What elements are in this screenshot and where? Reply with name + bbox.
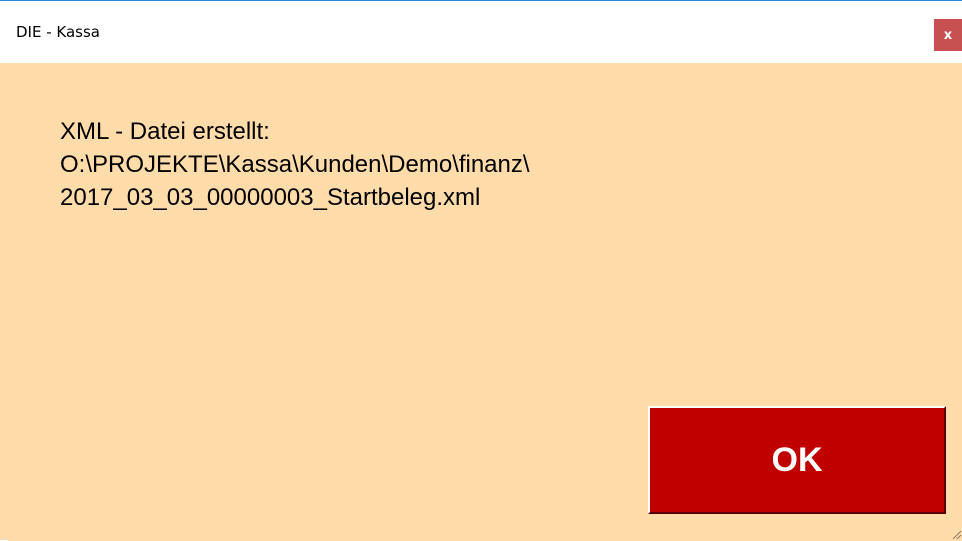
title-bar[interactable]: DIE - Kassa x <box>0 1 962 63</box>
resize-grip-icon[interactable] <box>950 528 962 540</box>
dialog-window: DIE - Kassa x XML - Datei erstellt: O:\P… <box>0 0 962 541</box>
ok-button[interactable]: OK <box>648 406 946 514</box>
window-title: DIE - Kassa <box>16 23 100 41</box>
close-button[interactable]: x <box>934 19 962 51</box>
close-icon: x <box>943 27 953 43</box>
message-text: XML - Datei erstellt: O:\PROJEKTE\Kassa\… <box>60 115 530 214</box>
message-line-2: O:\PROJEKTE\Kassa\Kunden\Demo\finanz\ <box>60 151 530 178</box>
message-line-3: 2017_03_03_00000003_Startbeleg.xml <box>60 184 481 211</box>
message-line-1: XML - Datei erstellt: <box>60 118 270 145</box>
ok-button-label: OK <box>771 440 823 479</box>
dialog-content: XML - Datei erstellt: O:\PROJEKTE\Kassa\… <box>8 63 962 541</box>
